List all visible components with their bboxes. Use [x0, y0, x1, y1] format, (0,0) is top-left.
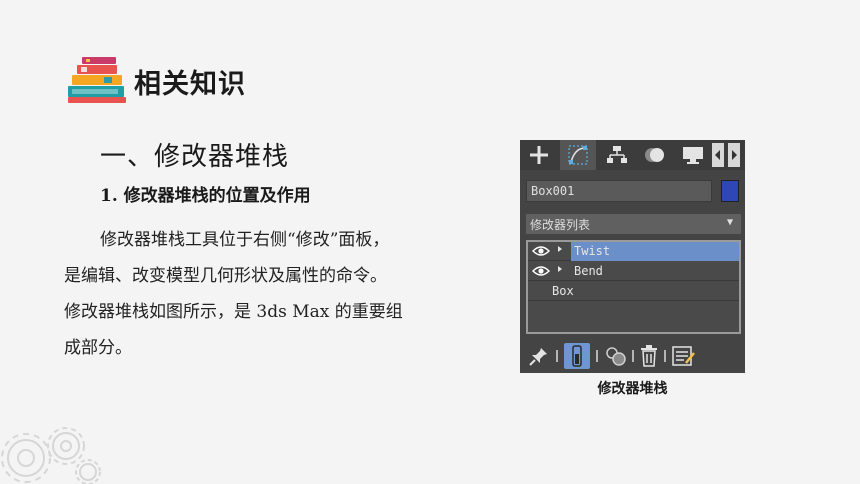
- modifier-list-label: 修改器列表: [530, 218, 591, 232]
- pin-stack-icon: [529, 348, 547, 366]
- tab-scroll-right-button[interactable]: [728, 143, 740, 167]
- body-paragraph: 修改器堆栈工具位于右侧“修改”面板， 是编辑、改变模型几何形状及属性的命令。 修…: [64, 222, 480, 366]
- tab-modify[interactable]: [560, 140, 596, 170]
- stack-item-twist[interactable]: Twist: [528, 242, 739, 261]
- object-name-input[interactable]: Box001: [526, 180, 712, 202]
- modifier-list-dropdown[interactable]: 修改器列表 ▼: [526, 214, 741, 234]
- tab-motion[interactable]: [638, 140, 672, 170]
- remove-modifier-button[interactable]: [636, 343, 662, 369]
- toolbar-separator: [632, 350, 634, 362]
- paragraph-line: 是编辑、改变模型几何形状及属性的命令。: [64, 266, 387, 286]
- paragraph-line: 修改器堆栈如图所示，是 3ds Max 的重要组: [64, 302, 403, 322]
- tab-scroll-left-button[interactable]: [712, 143, 724, 167]
- stack-item-bend[interactable]: Bend: [528, 262, 739, 281]
- tab-hierarchy[interactable]: [600, 140, 634, 170]
- make-unique-icon: [606, 347, 626, 366]
- show-end-result-icon: [572, 345, 582, 367]
- eye-icon[interactable]: [532, 245, 550, 257]
- books-logo-icon: [68, 57, 126, 103]
- paragraph-line: 修改器堆栈工具位于右侧“修改”面板，: [100, 230, 390, 250]
- command-panel-tabs: [520, 140, 745, 170]
- stack-item-label: Bend: [574, 264, 603, 278]
- toolbar-separator: [664, 350, 666, 362]
- object-color-swatch[interactable]: [721, 180, 739, 202]
- configure-modifier-sets-button[interactable]: [670, 343, 698, 369]
- subheading: 1. 修改器堆栈的位置及作用: [100, 186, 311, 206]
- remove-modifier-icon: [641, 345, 657, 367]
- pin-stack-button[interactable]: [526, 343, 552, 369]
- tab-display[interactable]: [676, 140, 710, 170]
- expand-arrow-icon[interactable]: [558, 246, 562, 252]
- toolbar-separator: [596, 350, 598, 362]
- stack-item-label: Box: [552, 284, 574, 298]
- configure-modifier-sets-icon: [672, 346, 695, 366]
- display-icon: [683, 147, 703, 164]
- modify-icon: [568, 145, 588, 165]
- dropdown-arrow-icon: ▼: [726, 217, 733, 228]
- make-unique-button[interactable]: [602, 343, 630, 369]
- stack-toolbar: [520, 340, 745, 373]
- chevron-left-icon: [715, 150, 720, 160]
- heading: 一、修改器堆栈: [100, 142, 290, 172]
- tab-create[interactable]: [524, 140, 554, 170]
- hierarchy-icon: [607, 146, 627, 163]
- show-end-result-button[interactable]: [564, 343, 590, 369]
- figure-caption: 修改器堆栈: [597, 381, 668, 397]
- stack-item-label: Twist: [574, 244, 611, 258]
- gears-decoration-icon: [1, 427, 101, 484]
- toolbar-separator: [556, 350, 558, 362]
- stack-item-base-object[interactable]: Box: [528, 282, 739, 301]
- motion-icon: [645, 148, 664, 162]
- chevron-right-icon: [732, 150, 737, 160]
- eye-icon[interactable]: [532, 265, 550, 277]
- paragraph-line: 成部分。: [64, 338, 132, 358]
- section-title: 相关知识: [134, 69, 246, 100]
- modifier-stack-list[interactable]: Twist Bend Box: [526, 240, 741, 334]
- expand-arrow-icon[interactable]: [558, 266, 562, 272]
- create-icon: [530, 146, 548, 164]
- modify-panel: Box001 修改器列表 ▼ Twist Bend Box: [520, 140, 745, 373]
